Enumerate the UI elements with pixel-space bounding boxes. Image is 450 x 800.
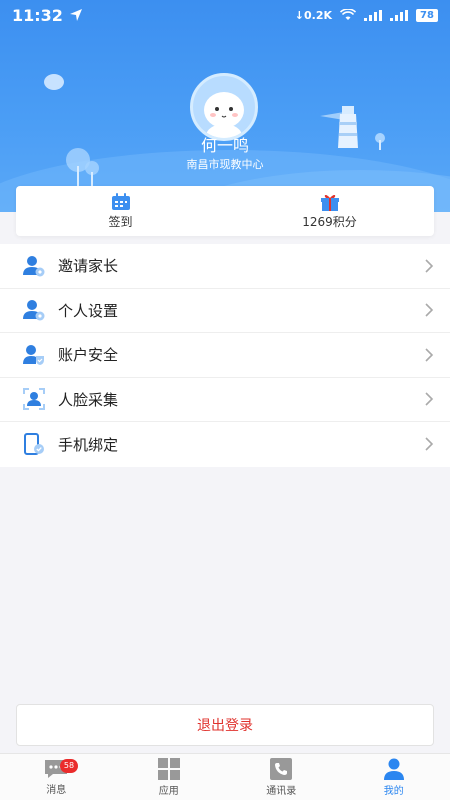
menu-item-invite-parent[interactable]: 邀请家长: [0, 244, 450, 289]
profile-icon: [383, 758, 404, 780]
phone-bind-icon: [22, 432, 46, 456]
menu-label: 账户安全: [58, 346, 119, 365]
menu-label: 手机绑定: [58, 435, 119, 454]
tab-label: 我的: [383, 785, 404, 797]
points-button[interactable]: 1269积分: [225, 186, 434, 236]
points-label: 1269积分: [302, 214, 357, 229]
checkin-label: 签到: [108, 214, 133, 229]
checkin-button[interactable]: 签到: [16, 186, 225, 236]
tab-profile[interactable]: 我的: [338, 754, 450, 800]
tab-messages[interactable]: 58 消息: [0, 754, 113, 800]
user-settings-icon: [22, 298, 46, 322]
unread-badge: 58: [60, 759, 78, 773]
tab-apps[interactable]: 应用: [113, 754, 226, 800]
contacts-phone-icon: [270, 757, 293, 780]
signal-icon: [364, 9, 382, 21]
moon-decoration: [44, 74, 64, 90]
menu-item-phone-binding[interactable]: 手机绑定: [0, 422, 450, 467]
user-name: 何一鸣: [200, 136, 249, 155]
profile-header: 11:32 ↓0.2K 78 何一鸣 南昌市现教中心: [0, 0, 450, 212]
menu-label: 个人设置: [58, 301, 119, 320]
battery-indicator: 78: [416, 8, 438, 22]
chevron-right-icon: [425, 437, 434, 451]
location-arrow-icon: [69, 9, 82, 21]
status-bar: 11:32 ↓0.2K 78: [0, 0, 450, 30]
chevron-right-icon: [425, 348, 434, 362]
user-organization: 南昌市现教中心: [186, 158, 264, 171]
menu-item-personal-settings[interactable]: 个人设置: [0, 289, 450, 333]
invite-parent-icon: [22, 254, 46, 278]
menu-label: 邀请家长: [58, 257, 119, 276]
logout-button[interactable]: 退出登录: [16, 704, 434, 746]
menu-item-face-capture[interactable]: 人脸采集: [0, 378, 450, 422]
net-speed: ↓0.2K: [294, 8, 332, 22]
settings-menu: 邀请家长 个人设置 账户安全 人脸采集 手机绑定: [0, 244, 450, 467]
menu-item-account-security[interactable]: 账户安全: [0, 333, 450, 378]
face-scan-icon: [22, 387, 46, 411]
bottom-tab-bar: 58 消息 应用 通讯录 我的: [0, 753, 450, 800]
tab-label: 应用: [158, 785, 179, 797]
wifi-icon: [340, 9, 356, 20]
avatar[interactable]: [190, 73, 258, 141]
tab-label: 消息: [46, 784, 67, 796]
menu-label: 人脸采集: [58, 390, 119, 409]
chevron-right-icon: [425, 392, 434, 406]
tab-contacts[interactable]: 通讯录: [225, 754, 338, 800]
calendar-icon: [111, 192, 130, 210]
tab-label: 通讯录: [266, 785, 297, 797]
stats-card: 签到 1269积分: [16, 186, 434, 236]
status-time: 11:32: [12, 5, 63, 25]
gift-icon: [320, 194, 339, 211]
signal-icon: [390, 9, 408, 21]
chevron-right-icon: [425, 259, 434, 273]
avatar-face-icon: [204, 92, 244, 138]
apps-grid-icon: [157, 757, 180, 780]
account-security-icon: [22, 343, 46, 367]
chevron-right-icon: [425, 303, 434, 317]
